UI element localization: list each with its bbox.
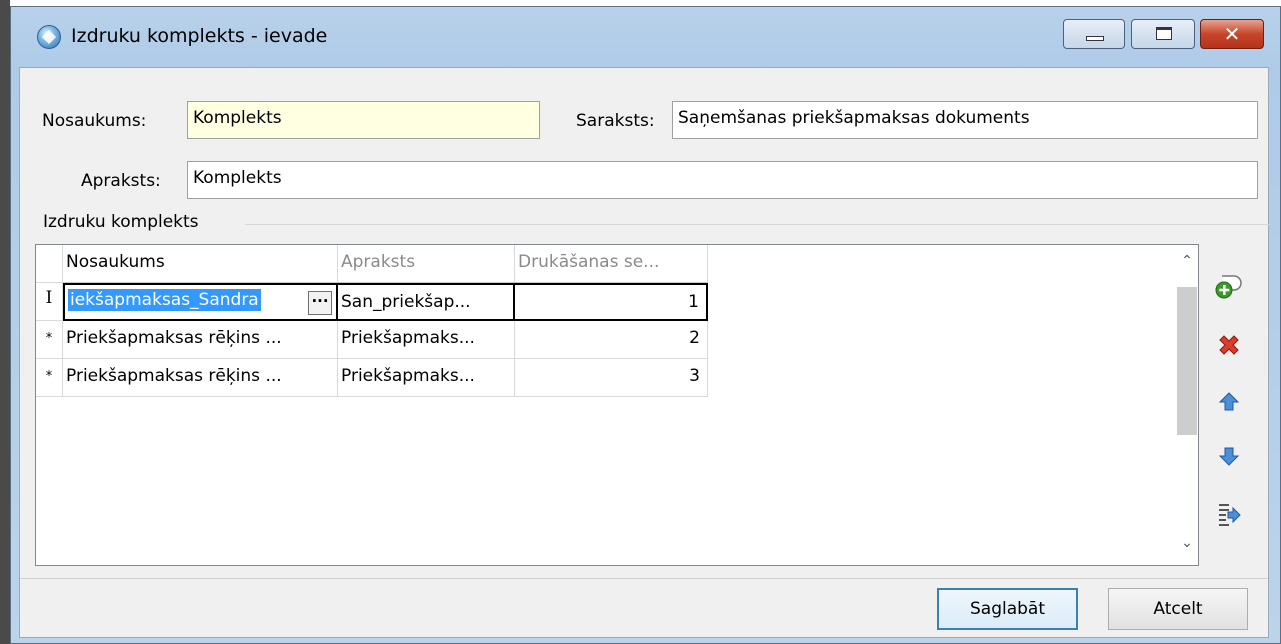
close-button[interactable]: ✕ [1200,19,1264,49]
table-cell-order[interactable]: 1 [515,283,708,321]
background-window-edge [0,0,10,644]
table-cell-description[interactable]: Priekšapmaks... [338,321,515,359]
name-field[interactable]: Komplekts [187,101,540,139]
table-cell-name[interactable]: Priekšapmaksas rēķins ... [63,321,338,359]
move-down-button[interactable] [1212,440,1246,474]
group-title: Izdruku komplekts [43,212,203,232]
name-label: Nosaukums: [42,111,147,131]
move-down-icon [1218,447,1240,466]
scroll-down-icon[interactable]: ⌄ [1176,535,1198,559]
cancel-button[interactable]: Atcelt [1108,588,1248,630]
maximize-button[interactable] [1131,19,1195,49]
close-icon: ✕ [1223,22,1241,46]
export-icon [1219,504,1241,526]
dialog-client-area: Nosaukums: Komplekts Saraksts: Saņemšana… [19,67,1270,638]
column-header-description[interactable]: Apraksts [338,245,515,283]
grid-scrollbar[interactable]: ⌃ ⌄ [1176,245,1198,565]
table-cell-order[interactable]: 2 [515,321,708,359]
column-header-name[interactable]: Nosaukums [63,245,338,283]
move-up-button[interactable] [1212,386,1246,420]
print-set-grid[interactable]: Nosaukums Apraksts Drukāšanas se... I ie… [35,244,1199,566]
description-field[interactable]: Komplekts [187,161,1258,199]
table-cell-description[interactable]: Priekšapmaks... [338,359,515,397]
add-row-button[interactable] [1212,268,1246,302]
app-icon [37,25,61,49]
scroll-thumb[interactable] [1177,287,1197,435]
list-label: Saraksts: [576,111,655,131]
delete-icon [1219,335,1239,355]
minimize-icon [1086,36,1104,41]
row-indicator: I [36,283,63,321]
list-field[interactable]: Saņemšanas priekšapmaksas dokuments [672,101,1258,139]
title-bar[interactable]: Izdruku komplekts - ievade ✕ [11,7,1280,67]
footer-divider [20,578,1268,579]
ellipsis-button[interactable]: ··· [308,291,332,315]
minimize-button[interactable] [1063,19,1125,49]
dialog-window: Izdruku komplekts - ievade ✕ Nosaukums: … [10,6,1281,644]
delete-row-button[interactable] [1212,330,1246,364]
column-header-print-order[interactable]: Drukāšanas se... [515,245,708,283]
table-cell-order[interactable]: 3 [515,359,708,397]
window-title: Izdruku komplekts - ievade [71,25,328,47]
row-indicator: * [36,321,63,359]
table-cell-description[interactable]: San_priekšap... [338,283,515,321]
export-button[interactable] [1212,498,1246,532]
add-icon [1215,275,1242,299]
scroll-up-icon[interactable]: ⌃ [1176,253,1198,277]
table-cell-name-editing[interactable]: iekšapmaksas_Sandra ··· [63,283,338,321]
grid-header-corner [36,245,63,283]
save-button[interactable]: Saglabāt [937,588,1078,630]
maximize-icon [1156,27,1172,40]
table-cell-name[interactable]: Priekšapmaksas rēķins ... [63,359,338,397]
group-divider [245,224,1270,225]
row-indicator: * [36,359,63,397]
selected-cell-text[interactable]: iekšapmaksas_Sandra [68,289,261,311]
description-label: Apraksts: [81,171,161,191]
move-up-icon [1218,392,1240,411]
